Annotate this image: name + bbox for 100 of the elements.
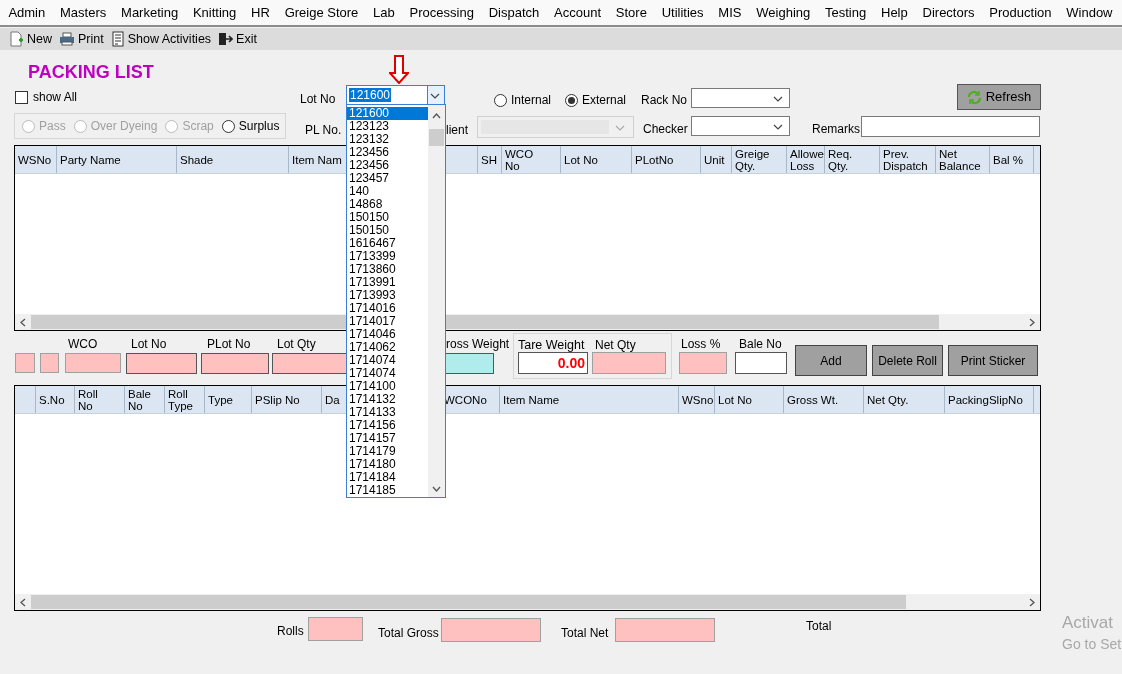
dropdown-option[interactable]: 123456 xyxy=(347,159,429,172)
refresh-button[interactable]: Refresh xyxy=(957,84,1041,110)
column-header[interactable]: SH xyxy=(478,146,502,173)
column-header[interactable]: Lot No xyxy=(561,146,632,173)
menu-item[interactable]: Admin xyxy=(1,0,53,26)
menu-item[interactable]: Masters xyxy=(52,0,114,26)
menu-item[interactable]: Utilities xyxy=(654,0,711,26)
toolbar-button[interactable]: Print xyxy=(59,29,104,49)
column-header[interactable]: Bal % xyxy=(990,146,1034,173)
column-header[interactable]: S.No xyxy=(36,386,75,413)
menu-item[interactable]: Help xyxy=(873,0,916,26)
scroll-down-icon[interactable] xyxy=(432,486,441,492)
dropdown-option[interactable]: 1714046 xyxy=(347,328,429,341)
dropdown-option[interactable]: 123123 xyxy=(347,120,429,133)
total-gross-field[interactable] xyxy=(441,618,541,642)
dropdown-option[interactable]: 1714062 xyxy=(347,341,429,354)
column-header[interactable]: Bale No xyxy=(125,386,165,413)
net-qty-field[interactable] xyxy=(592,352,666,374)
dropdown-option[interactable]: 1714016 xyxy=(347,302,429,315)
column-header[interactable]: Roll Type xyxy=(165,386,205,413)
column-header[interactable]: Lot No xyxy=(715,386,784,413)
rolls-field[interactable] xyxy=(308,617,363,641)
dropdown-option[interactable]: 1714100 xyxy=(347,380,429,393)
scrollbar-thumb[interactable] xyxy=(31,315,939,329)
column-header[interactable]: Allowe Loss xyxy=(787,146,825,173)
radio-button[interactable] xyxy=(494,93,507,107)
scroll-right-icon[interactable] xyxy=(1028,597,1036,607)
dropdown-option[interactable]: 140 xyxy=(347,185,429,198)
dropdown-option[interactable]: 123457 xyxy=(347,172,429,185)
scroll-left-icon[interactable] xyxy=(19,597,27,607)
scroll-up-icon[interactable] xyxy=(432,113,441,119)
menu-item[interactable]: Account xyxy=(546,0,609,26)
action-button[interactable]: Print Sticker xyxy=(948,345,1038,376)
menu-item[interactable]: Directors xyxy=(915,0,982,26)
dropdown-option[interactable]: 121600 xyxy=(347,107,429,120)
menu-item[interactable]: Store xyxy=(608,0,655,26)
menu-item[interactable]: Processing xyxy=(402,0,482,26)
dropdown-option[interactable]: 1714157 xyxy=(347,432,429,445)
toolbar-button[interactable]: Show Activities xyxy=(110,29,212,49)
lot-no-combobox[interactable]: 121600 xyxy=(346,85,445,105)
column-header[interactable]: WCO No xyxy=(502,146,561,173)
column-header[interactable]: Unit xyxy=(701,146,732,173)
plot-no-field[interactable] xyxy=(201,353,269,374)
column-header[interactable]: Party Name xyxy=(57,146,177,173)
loss-field[interactable] xyxy=(679,352,727,374)
menu-item[interactable]: Weighing xyxy=(748,0,818,26)
scroll-left-icon[interactable] xyxy=(19,317,27,327)
column-header[interactable]: WSNo xyxy=(15,146,57,173)
column-header[interactable]: WSno xyxy=(679,386,715,413)
toolbar-button[interactable]: New xyxy=(10,29,52,49)
column-header[interactable]: Roll No xyxy=(75,386,125,413)
dropdown-option[interactable]: 1714185 xyxy=(347,484,429,497)
action-button[interactable]: Add xyxy=(795,345,867,376)
dropdown-option[interactable]: 1714074 xyxy=(347,367,429,380)
column-header[interactable]: Net Qty. xyxy=(864,386,945,413)
dropdown-option[interactable]: 1714184 xyxy=(347,471,429,484)
radio-button[interactable] xyxy=(565,93,578,107)
dropdown-option[interactable]: 1714074 xyxy=(347,354,429,367)
dropdown-option[interactable]: 1713991 xyxy=(347,276,429,289)
column-header[interactable]: Item Name xyxy=(500,386,679,413)
column-header[interactable]: Greige Qty. xyxy=(732,146,787,173)
dropdown-option[interactable]: 123132 xyxy=(347,133,429,146)
dropdown-option[interactable]: 1713860 xyxy=(347,263,429,276)
remarks-field[interactable] xyxy=(861,116,1040,137)
total-net-field[interactable] xyxy=(615,618,715,642)
dropdown-option[interactable]: 150150 xyxy=(347,224,429,237)
dropdown-option[interactable]: 1713993 xyxy=(347,289,429,302)
dropdown-option[interactable]: 1714017 xyxy=(347,315,429,328)
lot-no-field[interactable] xyxy=(126,353,197,374)
wco-field[interactable] xyxy=(65,353,121,373)
menu-item[interactable]: Knitting xyxy=(185,0,244,26)
menu-item[interactable]: Production xyxy=(981,0,1059,26)
bale-no-field[interactable] xyxy=(735,352,787,374)
column-header[interactable]: Type xyxy=(205,386,252,413)
dropdown-option[interactable]: 150150 xyxy=(347,211,429,224)
dropdown-option[interactable]: 14868 xyxy=(347,198,429,211)
column-header[interactable]: Shade xyxy=(177,146,289,173)
column-header[interactable]: Req. Qty. xyxy=(825,146,880,173)
scrollbar-thumb[interactable] xyxy=(31,595,906,609)
menu-item[interactable]: HR xyxy=(243,0,278,26)
scroll-right-icon[interactable] xyxy=(1028,317,1036,327)
dropdown-option[interactable]: 1714156 xyxy=(347,419,429,432)
dropdown-option[interactable]: 123456 xyxy=(347,146,429,159)
horizontal-scrollbar[interactable] xyxy=(15,594,1040,610)
checkbox[interactable] xyxy=(15,90,28,104)
action-button[interactable]: Delete Roll xyxy=(872,345,943,376)
dropdown-option[interactable]: 1714132 xyxy=(347,393,429,406)
dropdown-option[interactable]: 1714179 xyxy=(347,445,429,458)
menu-item[interactable]: Marketing xyxy=(113,0,186,26)
tare-weight-field[interactable]: 0.00 xyxy=(518,352,588,374)
menu-item[interactable]: Dispatch xyxy=(481,0,547,26)
rack-no-combobox[interactable] xyxy=(691,88,790,108)
checker-combobox[interactable] xyxy=(691,116,790,136)
menu-item[interactable]: Lab xyxy=(365,0,403,26)
dropdown-option[interactable]: 1713399 xyxy=(347,250,429,263)
dropdown-option[interactable]: 1616467 xyxy=(347,237,429,250)
menu-item[interactable]: Window xyxy=(1058,0,1120,26)
column-header[interactable]: Prev. Dispatch xyxy=(880,146,936,173)
column-header[interactable]: PSlip No xyxy=(252,386,322,413)
scrollbar-thumb[interactable] xyxy=(429,129,444,146)
